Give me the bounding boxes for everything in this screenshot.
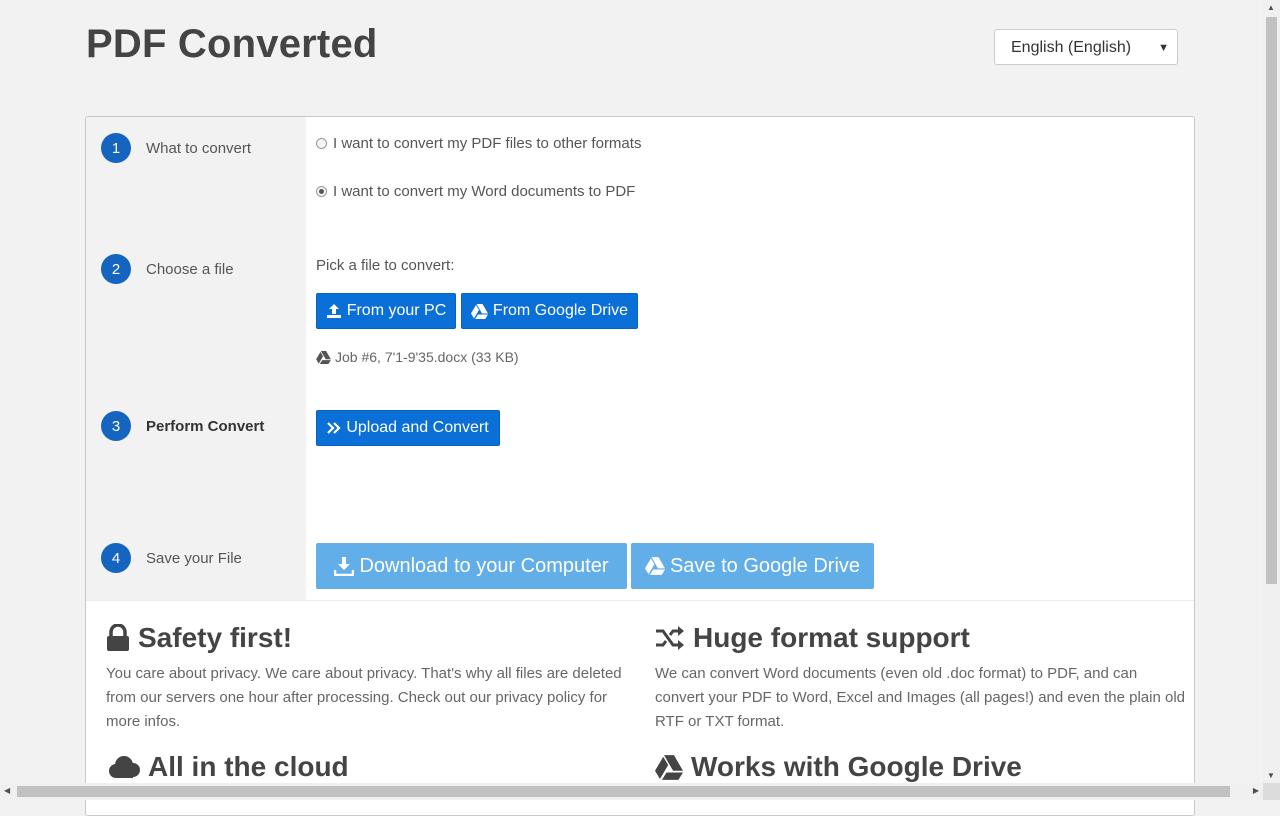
step-number: 1: [101, 133, 131, 163]
converter-panel: 1 What to convert I want to convert my P…: [85, 116, 1195, 816]
google-drive-icon: [644, 557, 665, 575]
lock-icon: [106, 624, 130, 652]
from-pc-button[interactable]: From your PC: [316, 293, 456, 329]
download-label: Download to your Computer: [359, 554, 609, 577]
chevron-down-icon: ▼: [1158, 42, 1169, 54]
language-select-value: English (English): [1011, 39, 1132, 56]
download-icon: [334, 556, 355, 576]
feature-title: Works with Google Drive: [691, 751, 1022, 782]
divider: [86, 600, 1194, 601]
selected-file: Job #6, 7'1-9'35.docx (33 KB): [316, 349, 519, 365]
feature-text: We can convert Word documents (even old …: [655, 665, 1186, 730]
from-drive-label: From Google Drive: [492, 302, 629, 319]
feature-safety: Safety first! You care about privacy. We…: [106, 620, 636, 734]
feature-text: You care about privacy. We care about pr…: [106, 665, 622, 730]
scroll-left-icon[interactable]: ◀: [4, 786, 10, 795]
step-label: Perform Convert: [146, 417, 265, 435]
vertical-scroll-thumb[interactable]: [1266, 17, 1277, 584]
cloud-icon: [106, 755, 140, 779]
step-4: 4 Save your File: [101, 542, 242, 574]
scroll-down-icon[interactable]: ▼: [1267, 771, 1275, 780]
upload-and-convert-label: Upload and Convert: [346, 419, 489, 436]
from-pc-label: From your PC: [346, 302, 447, 319]
option-word-to-pdf[interactable]: I want to convert my Word documents to P…: [316, 183, 635, 200]
download-to-computer-button[interactable]: Download to your Computer: [316, 543, 627, 589]
steps-column: [86, 117, 306, 600]
pick-file-prompt: Pick a file to convert:: [316, 257, 455, 274]
scroll-up-icon[interactable]: ▲: [1267, 3, 1275, 12]
feature-title: All in the cloud: [148, 751, 349, 782]
double-chevron-right-icon: [327, 422, 341, 434]
horizontal-scroll-thumb[interactable]: [17, 786, 1230, 797]
step-number: 2: [101, 254, 131, 284]
horizontal-scrollbar[interactable]: ◀ ▶: [0, 783, 1263, 800]
google-drive-icon: [470, 303, 488, 319]
page-title: PDF Converted: [86, 22, 378, 66]
scrollbar-corner: [1263, 783, 1280, 800]
radio-button-checked[interactable]: [316, 186, 327, 197]
step-number: 4: [101, 543, 131, 573]
step-1: 1 What to convert: [101, 132, 251, 164]
step-label: Save your File: [146, 549, 242, 567]
vertical-scrollbar[interactable]: ▲ ▼: [1263, 0, 1280, 783]
scroll-right-icon[interactable]: ▶: [1253, 786, 1259, 795]
shuffle-icon: [655, 626, 685, 650]
radio-button[interactable]: [316, 138, 327, 149]
option-pdf-to-other[interactable]: I want to convert my PDF files to other …: [316, 135, 641, 152]
selected-file-name: Job #6, 7'1-9'35.docx (33 KB): [335, 349, 519, 365]
feature-google-drive: Works with Google Drive: [655, 749, 1185, 785]
google-drive-icon: [316, 350, 331, 364]
save-drive-label: Save to Google Drive: [669, 554, 861, 577]
upload-icon: [326, 303, 342, 319]
google-drive-icon: [655, 754, 683, 780]
step-label: Choose a file: [146, 260, 234, 278]
feature-title: Safety first!: [138, 622, 293, 653]
step-3: 3 Perform Convert: [101, 410, 264, 442]
from-google-drive-button[interactable]: From Google Drive: [461, 293, 638, 329]
feature-formats: Huge format support We can convert Word …: [655, 620, 1185, 734]
upload-and-convert-button[interactable]: Upload and Convert: [316, 410, 500, 446]
language-select[interactable]: English (English) ▼: [994, 29, 1178, 65]
save-to-google-drive-button[interactable]: Save to Google Drive: [631, 543, 874, 589]
feature-title: Huge format support: [693, 622, 970, 653]
option-label: I want to convert my Word documents to P…: [333, 183, 636, 200]
option-label: I want to convert my PDF files to other …: [333, 135, 642, 152]
step-label: What to convert: [146, 139, 252, 157]
step-number: 3: [101, 411, 131, 441]
feature-cloud: All in the cloud: [106, 749, 636, 785]
step-2: 2 Choose a file: [101, 253, 234, 285]
